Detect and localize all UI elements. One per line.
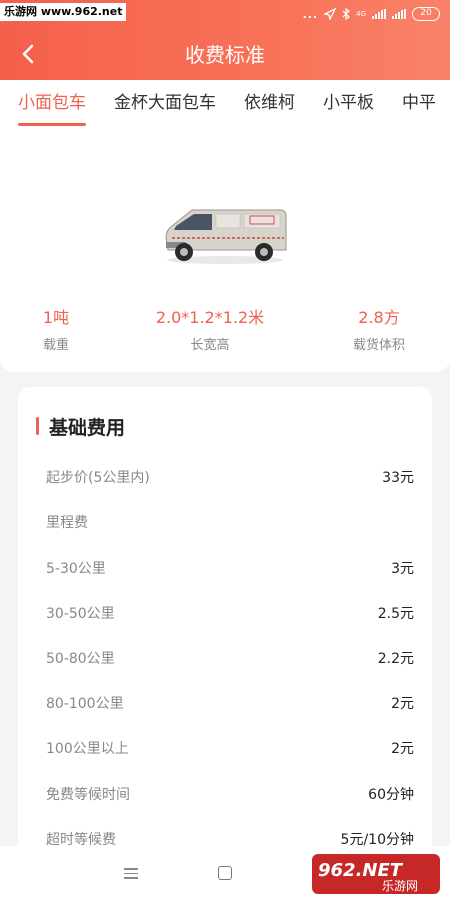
fee-row: 里程费 — [46, 511, 414, 533]
section-title: 基础费用 — [36, 413, 125, 439]
fee-label: 50-80公里 — [46, 651, 115, 667]
logo-subtext: 乐游网 — [382, 879, 418, 893]
fee-value: 2元 — [391, 696, 414, 712]
bluetooth-icon — [342, 8, 351, 20]
spec-volume-label: 载货体积 — [352, 338, 405, 353]
fee-row: 起步价(5公里内) 33元 — [46, 466, 414, 488]
network-type-label: 4G — [356, 10, 366, 18]
signal-icon — [372, 9, 386, 19]
fee-row: 30-50公里 2.5元 — [46, 602, 414, 624]
title-accent-bar — [36, 417, 39, 435]
fee-row: 免费等候时间 60分钟 — [46, 783, 414, 805]
page-title: 收费标准 — [185, 43, 265, 67]
fee-row: 80-100公里 2元 — [46, 692, 414, 714]
fee-value: 3元 — [391, 561, 414, 577]
section-title-text: 基础费用 — [49, 416, 126, 439]
status-bar-icons: ... 4G 20 — [303, 4, 440, 24]
location-icon — [324, 8, 337, 20]
more-dots-icon: ... — [302, 7, 319, 21]
spec-load: 1吨 载重 — [0, 306, 112, 358]
spec-dimensions-label: 长宽高 — [190, 338, 230, 353]
spec-volume: 2.8方 载货体积 — [308, 306, 450, 358]
spec-load-label: 载重 — [42, 338, 69, 353]
fee-value: 60分钟 — [368, 787, 414, 803]
fee-row: 50-80公里 2.2元 — [46, 647, 414, 669]
base-fee-card: 基础费用 起步价(5公里内) 33元 里程费 5-30公里 3元 30-50公里 2.… — [18, 387, 432, 900]
fee-value: 33元 — [382, 470, 414, 486]
fee-value: 2元 — [391, 741, 414, 757]
vehicle-specs: 1吨 载重 2.0*1.2*1.2米 长宽高 2.8方 载货体积 — [0, 306, 450, 358]
tab-medium-flatbed[interactable]: 中平 — [388, 80, 450, 126]
signal-icon-2 — [392, 9, 406, 19]
fee-label: 起步价(5公里内) — [46, 470, 150, 486]
logo-text: 962.NET — [318, 860, 404, 881]
home-icon[interactable] — [218, 866, 232, 880]
tab-jinbei-van[interactable]: 金杯大面包车 — [100, 80, 230, 126]
battery-icon: 20 — [412, 7, 440, 21]
menu-icon[interactable] — [124, 868, 138, 882]
fee-label: 80-100公里 — [46, 696, 124, 712]
spec-dimensions-value: 2.0*1.2*1.2米 — [155, 308, 265, 327]
tab-small-flatbed[interactable]: 小平板 — [309, 80, 388, 126]
site-watermark: 乐游网 www.962.net — [0, 3, 127, 21]
site-logo-watermark: 962.NET 乐游网 — [312, 854, 440, 894]
fee-value: 2.2元 — [377, 651, 414, 667]
fee-row: 5-30公里 3元 — [46, 557, 414, 579]
spec-volume-value: 2.8方 — [358, 308, 400, 327]
tab-iveco[interactable]: 依维柯 — [230, 80, 309, 126]
fee-label: 免费等候时间 — [46, 787, 130, 803]
spec-load-value: 1吨 — [42, 308, 70, 327]
vehicle-tabs: 小面包车 金杯大面包车 依维柯 小平板 中平 — [0, 80, 450, 126]
van-image — [165, 209, 287, 264]
tab-small-van[interactable]: 小面包车 — [0, 80, 100, 126]
fee-label: 里程费 — [46, 515, 88, 531]
fee-row: 100公里以上 2元 — [46, 737, 414, 759]
vehicle-card: 1吨 载重 2.0*1.2*1.2米 长宽高 2.8方 载货体积 — [0, 126, 450, 372]
spec-dimensions: 2.0*1.2*1.2米 长宽高 — [112, 306, 308, 358]
fee-label: 5-30公里 — [46, 561, 106, 577]
header-bar: 乐游网 www.962.net ... 4G 20 收费标准 — [0, 0, 450, 80]
fee-label: 30-50公里 — [46, 606, 115, 622]
fee-value: 2.5元 — [377, 606, 414, 622]
fee-label: 100公里以上 — [46, 741, 129, 757]
